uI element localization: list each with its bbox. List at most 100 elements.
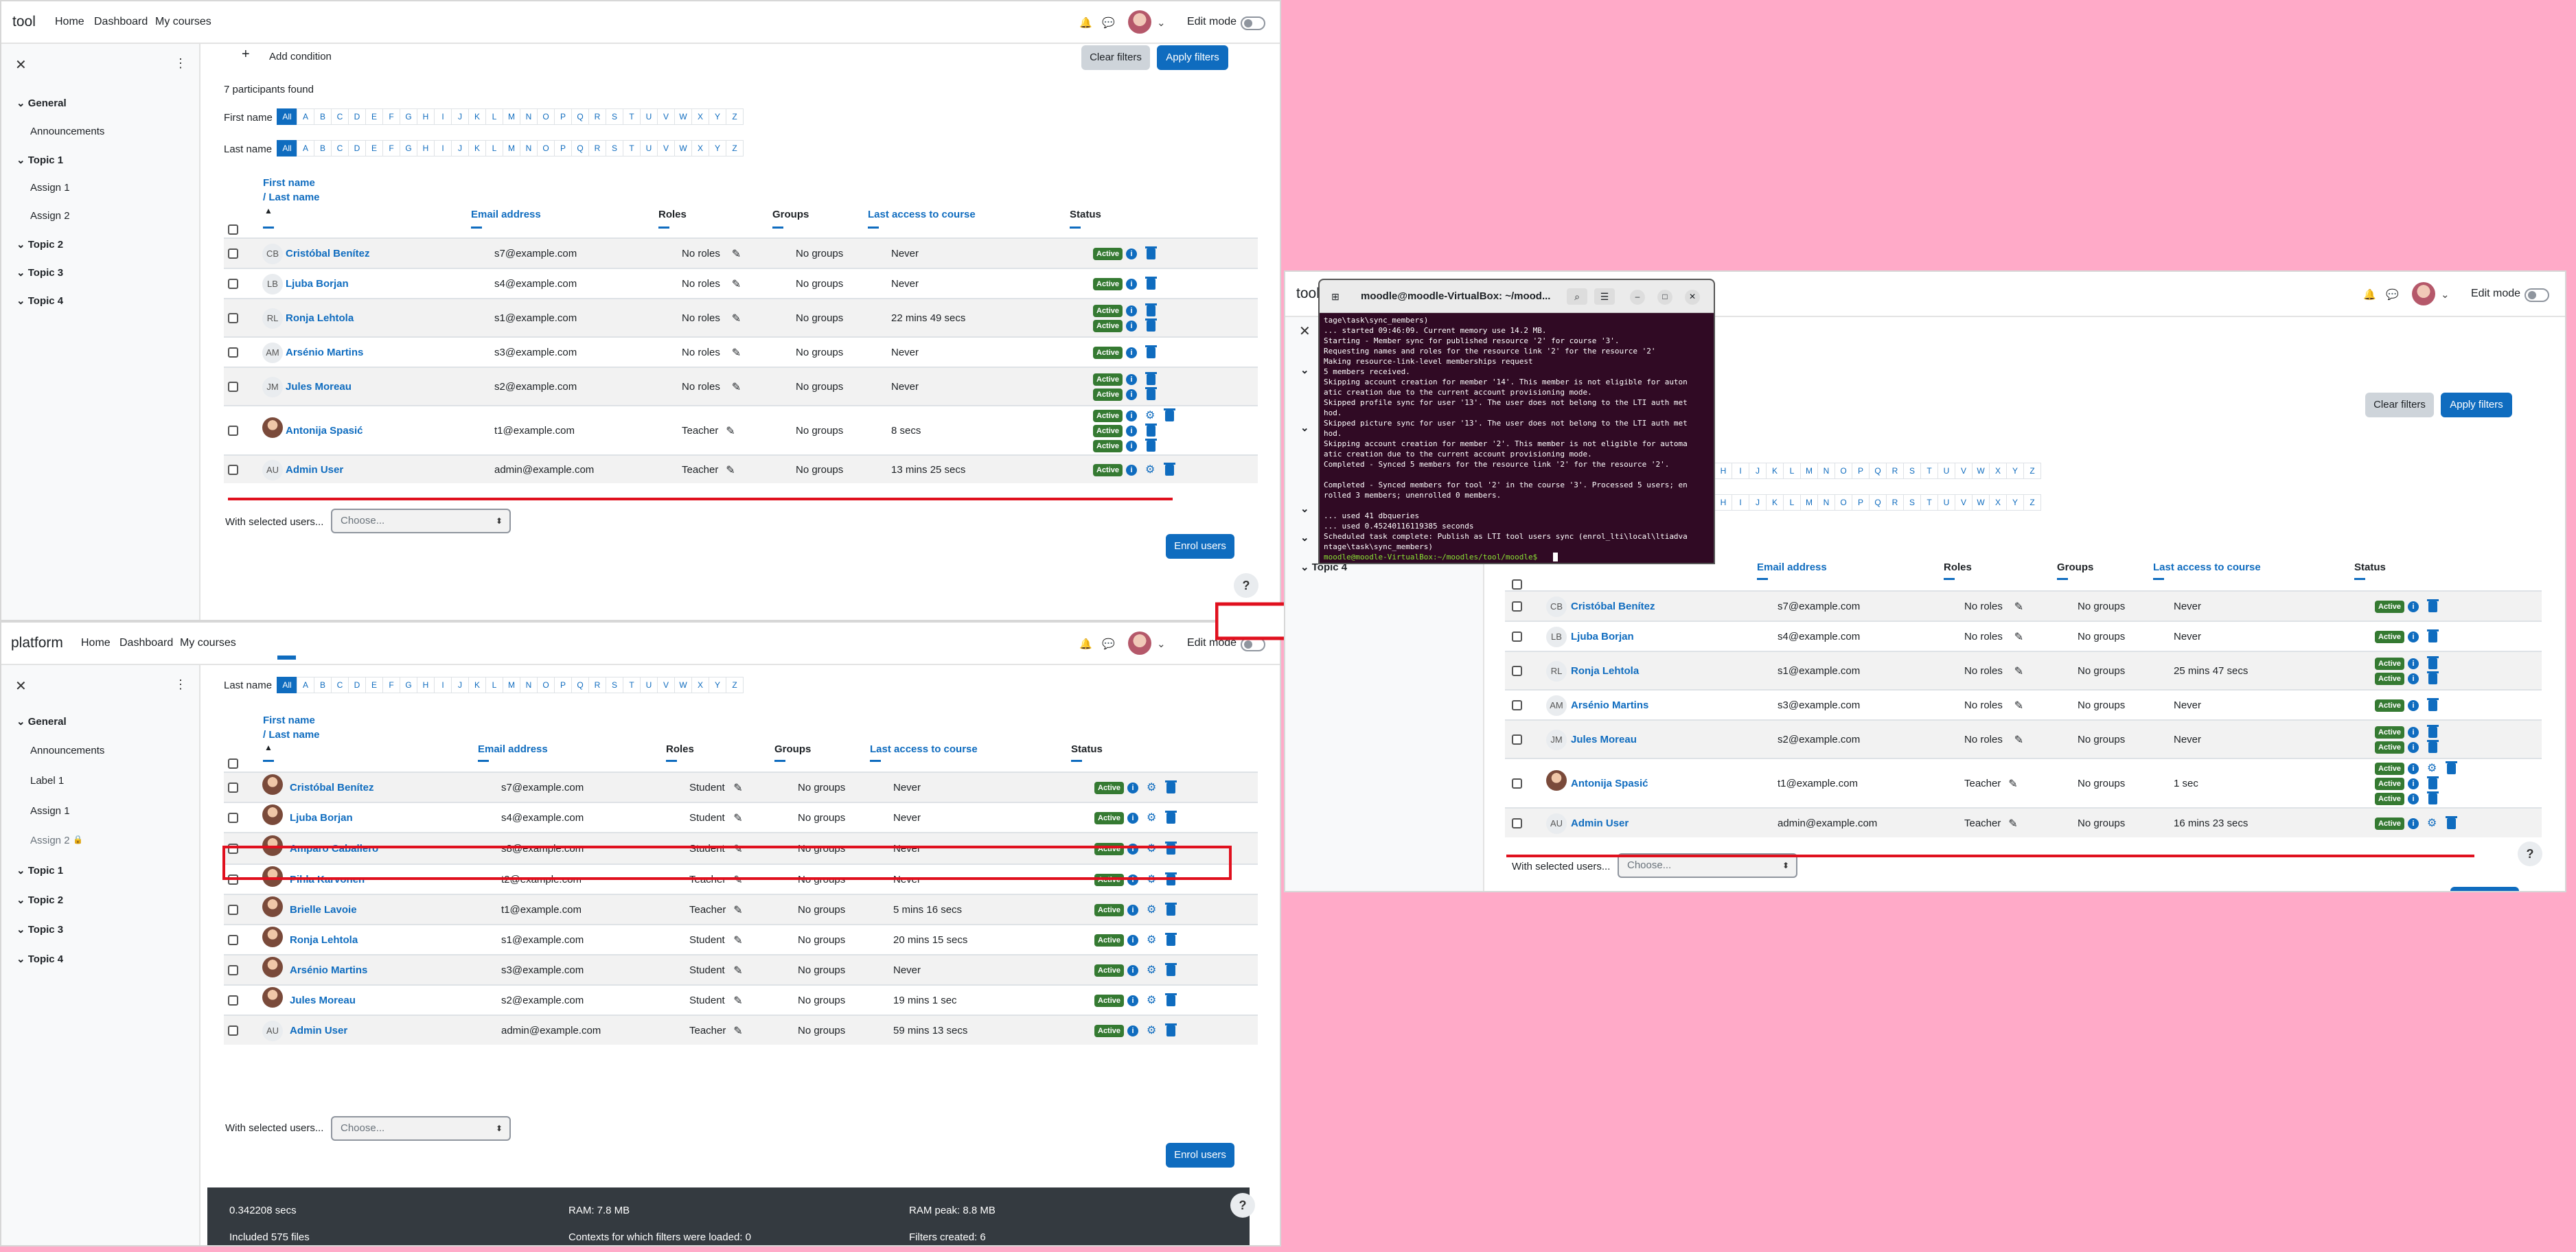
initial-x[interactable]: X: [1989, 463, 2007, 479]
initial-q[interactable]: Q: [571, 108, 589, 125]
initial-x[interactable]: X: [691, 108, 709, 125]
info-icon[interactable]: i: [2408, 700, 2419, 711]
edit-roles-pencil-icon[interactable]: ✎: [732, 312, 741, 325]
initial-s[interactable]: S: [606, 140, 623, 156]
initial-s[interactable]: S: [1903, 463, 1921, 479]
initial-m[interactable]: M: [1800, 494, 1818, 511]
gear-icon[interactable]: ⚙: [1147, 782, 1156, 793]
apply-filters-button[interactable]: Apply filters: [2441, 393, 2512, 417]
sort-last-access[interactable]: Last access to course: [2153, 561, 2261, 573]
hide-column[interactable]: [2057, 578, 2068, 580]
hide-column[interactable]: [870, 760, 881, 762]
section-topic-1[interactable]: Topic 1: [16, 864, 63, 877]
initial-x[interactable]: X: [691, 140, 709, 156]
gear-icon[interactable]: ⚙: [1145, 465, 1155, 476]
edit-roles-pencil-icon[interactable]: ✎: [732, 380, 741, 394]
chat-icon[interactable]: 💬: [2386, 288, 2399, 301]
initial-k[interactable]: K: [468, 677, 486, 693]
initial-j[interactable]: J: [1749, 494, 1767, 511]
initial-h[interactable]: H: [1714, 494, 1732, 511]
trash-icon[interactable]: [1145, 303, 1157, 316]
participant-name[interactable]: Arsénio Martins: [286, 347, 363, 358]
participant-name[interactable]: Ljuba Borjan: [1571, 631, 1634, 642]
bell-icon[interactable]: 🔔: [2363, 288, 2376, 301]
row-checkbox[interactable]: [1512, 601, 1522, 612]
trash-icon[interactable]: [1165, 1023, 1177, 1036]
trash-icon[interactable]: [1165, 903, 1177, 916]
initial-u[interactable]: U: [640, 677, 658, 693]
section-collapsed-1[interactable]: [1300, 364, 1309, 376]
clear-filters-button[interactable]: Clear filters: [1081, 45, 1150, 70]
initial-b[interactable]: B: [314, 140, 332, 156]
nav-home[interactable]: Home: [81, 637, 111, 649]
nav-my-courses[interactable]: My courses: [155, 16, 211, 28]
participant-name[interactable]: Arsénio Martins: [290, 964, 367, 976]
initial-n[interactable]: N: [520, 140, 538, 156]
trash-icon[interactable]: [1145, 387, 1157, 400]
user-avatar[interactable]: [1128, 631, 1151, 655]
trash-icon[interactable]: [1145, 277, 1157, 290]
terminal-titlebar[interactable]: ⊞ moodle@moodle-VirtualBox: ~/mood... ⌕ …: [1320, 280, 1714, 313]
initial-t[interactable]: T: [623, 108, 641, 125]
initial-y[interactable]: Y: [709, 140, 726, 156]
initial-o[interactable]: O: [1835, 463, 1852, 479]
hide-column[interactable]: [263, 227, 274, 229]
initial-q[interactable]: Q: [571, 677, 589, 693]
initial-p[interactable]: P: [554, 108, 572, 125]
edit-roles-pencil-icon[interactable]: ✎: [733, 903, 742, 917]
participant-name[interactable]: Antonija Spasić: [286, 425, 363, 437]
chevron-down-icon[interactable]: ⌄: [1157, 16, 1166, 29]
section-collapsed-4[interactable]: [1300, 531, 1309, 544]
edit-roles-pencil-icon[interactable]: ✎: [732, 247, 741, 261]
edit-roles-pencil-icon[interactable]: ✎: [733, 994, 742, 1008]
participant-name[interactable]: Cristóbal Benítez: [286, 248, 370, 259]
info-icon[interactable]: i: [1126, 389, 1137, 400]
initial-w[interactable]: W: [1972, 494, 1990, 511]
sort-last-access[interactable]: Last access to course: [868, 209, 976, 220]
enrol-users-button[interactable]: Enrol users: [1166, 1143, 1234, 1168]
edit-roles-pencil-icon[interactable]: ✎: [732, 346, 741, 360]
trash-icon[interactable]: [1164, 408, 1175, 421]
edit-mode-toggle[interactable]: [1241, 16, 1265, 30]
hide-column[interactable]: [1070, 227, 1081, 229]
participant-name[interactable]: Cristóbal Benítez: [290, 782, 374, 793]
participant-name[interactable]: Ronja Lehtola: [290, 934, 358, 946]
info-icon[interactable]: i: [1126, 426, 1137, 437]
kebab-menu-icon[interactable]: ⋮: [174, 56, 187, 71]
chat-icon[interactable]: 💬: [1102, 638, 1115, 650]
participant-name[interactable]: Jules Moreau: [1571, 734, 1637, 745]
terminal-window[interactable]: ⊞ moodle@moodle-VirtualBox: ~/mood... ⌕ …: [1318, 279, 1715, 564]
row-checkbox[interactable]: [228, 313, 238, 323]
sort-email[interactable]: Email address: [471, 209, 541, 220]
info-icon[interactable]: i: [2408, 601, 2419, 612]
hide-column[interactable]: [1071, 760, 1082, 762]
initial-y[interactable]: Y: [2006, 463, 2024, 479]
chat-icon[interactable]: 💬: [1102, 16, 1115, 29]
site-brand[interactable]: tool: [12, 14, 36, 30]
section-topic-4[interactable]: Topic 4: [16, 953, 63, 965]
gear-icon[interactable]: ⚙: [1147, 813, 1156, 824]
trash-icon[interactable]: [1164, 463, 1175, 476]
initial-z[interactable]: Z: [2023, 494, 2041, 511]
hide-column[interactable]: [2354, 578, 2365, 580]
initial-d[interactable]: D: [348, 677, 366, 693]
trash-icon[interactable]: [2427, 599, 2439, 612]
row-checkbox[interactable]: [228, 905, 238, 915]
sort-last-name[interactable]: / Last name: [263, 192, 320, 203]
info-icon[interactable]: i: [2408, 793, 2419, 804]
initial-q[interactable]: Q: [571, 140, 589, 156]
hide-column[interactable]: [263, 760, 274, 762]
gear-icon[interactable]: ⚙: [1147, 995, 1156, 1006]
item-announcements[interactable]: Announcements: [30, 126, 104, 137]
clear-filters-button[interactable]: Clear filters: [2365, 393, 2434, 417]
user-avatar[interactable]: [1128, 10, 1151, 34]
initial-p[interactable]: P: [554, 677, 572, 693]
initial-w[interactable]: W: [674, 677, 692, 693]
edit-roles-pencil-icon[interactable]: ✎: [726, 424, 735, 438]
item-assign-2[interactable]: Assign 2: [30, 210, 70, 222]
hide-column[interactable]: [2153, 578, 2164, 580]
info-icon[interactable]: i: [2408, 742, 2419, 753]
gear-icon[interactable]: ⚙: [1147, 905, 1156, 916]
info-icon[interactable]: i: [2408, 778, 2419, 789]
initial-s[interactable]: S: [1903, 494, 1921, 511]
